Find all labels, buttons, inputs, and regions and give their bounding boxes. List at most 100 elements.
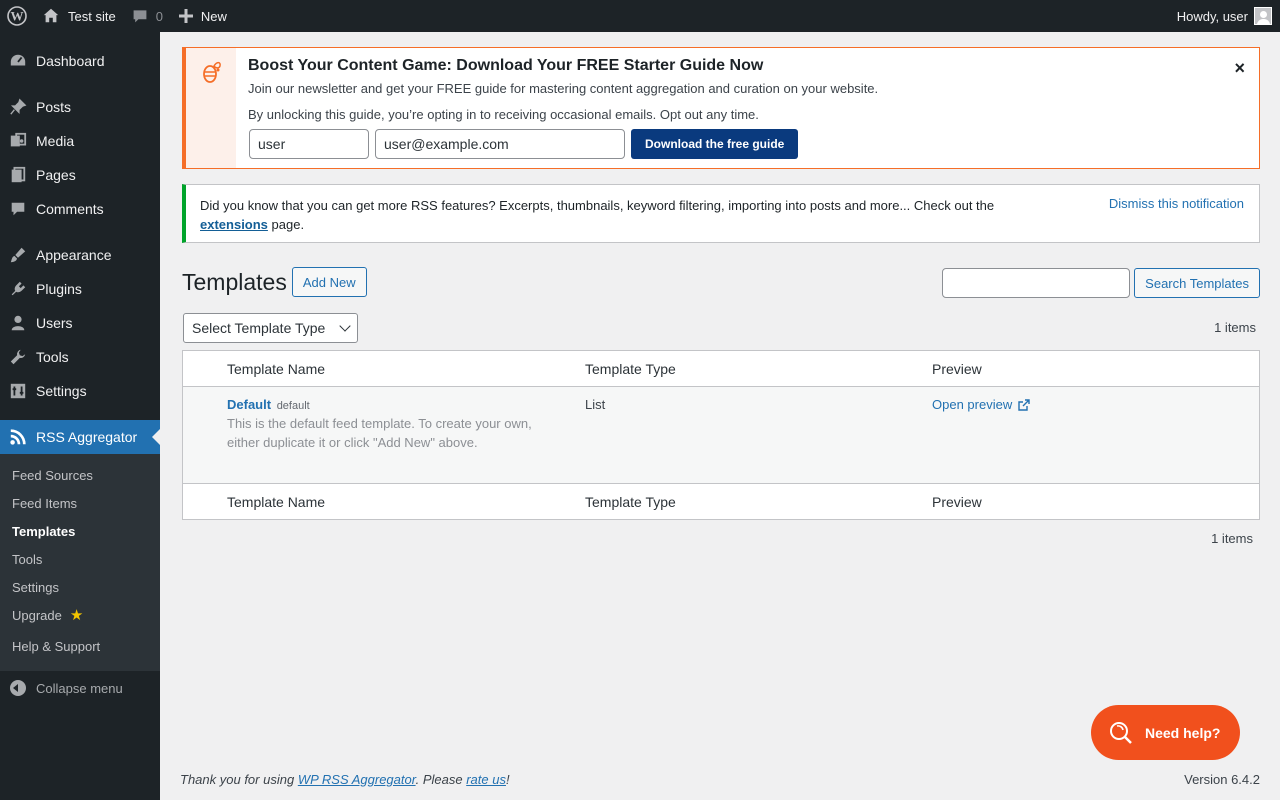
sidebar-item-label: Tools: [36, 349, 69, 365]
email-field[interactable]: [375, 129, 625, 159]
sidebar-item-media[interactable]: Media: [0, 124, 160, 158]
sidebar-item-label: RSS Aggregator: [36, 429, 138, 445]
submenu-item-feed-items[interactable]: Feed Items: [0, 489, 160, 517]
sidebar-item-users[interactable]: Users: [0, 306, 160, 340]
promo-form: Download the free guide: [248, 129, 1247, 159]
table-header: Template Name Template Type Preview: [183, 351, 1259, 387]
wrench-icon: [8, 347, 28, 367]
sidebar-item-label: Settings: [36, 383, 87, 399]
table-row: Default default This is the default feed…: [183, 387, 1259, 483]
main-content: Boost Your Content Game: Download Your F…: [160, 32, 1280, 800]
settings-icon: [8, 381, 28, 401]
open-preview-link[interactable]: Open preview: [932, 397, 1249, 412]
version-text: Version 6.4.2: [1184, 772, 1260, 787]
submenu-item-help-support[interactable]: Help & Support: [0, 629, 160, 663]
user-icon: [8, 313, 28, 333]
sidebar-item-settings[interactable]: Settings: [0, 374, 160, 408]
notice-text-after: page.: [271, 217, 305, 232]
comments-link[interactable]: 0: [124, 0, 171, 32]
sidebar-item-label: Appearance: [36, 247, 112, 263]
sidebar-item-tools[interactable]: Tools: [0, 340, 160, 374]
rate-us-link[interactable]: rate us: [466, 772, 506, 787]
collapse-menu-button[interactable]: Collapse menu: [0, 671, 160, 705]
search-help-icon: [1110, 721, 1132, 744]
footer-thanks-mid: . Please: [415, 772, 463, 787]
site-name-link[interactable]: Test site: [34, 0, 124, 32]
sidebar-item-label: Comments: [36, 201, 104, 217]
dismiss-notification-link[interactable]: Dismiss this notification: [1109, 196, 1244, 211]
footer-thanks-after: !: [505, 772, 510, 787]
sidebar-item-label: Plugins: [36, 281, 82, 297]
sidebar-item-dashboard[interactable]: Dashboard: [0, 44, 160, 78]
submenu-item-feed-sources[interactable]: Feed Sources: [0, 461, 160, 489]
sidebar-item-rss-aggregator[interactable]: RSS Aggregator: [0, 420, 160, 454]
add-new-button[interactable]: Add New: [291, 267, 367, 297]
sidebar-item-pages[interactable]: Pages: [0, 158, 160, 192]
pages-icon: [8, 165, 28, 185]
column-header-preview: Preview: [932, 360, 982, 377]
plugin-icon: [8, 279, 28, 299]
wordpress-logo-icon[interactable]: W: [0, 0, 34, 32]
rss-icon: [8, 427, 28, 447]
extensions-notice: Did you know that you can get more RSS f…: [182, 184, 1260, 243]
items-count-bottom: 1 items: [1211, 531, 1253, 546]
svg-text:W: W: [11, 9, 24, 24]
brush-icon: [8, 245, 28, 265]
howdy-text: Howdy, user: [1176, 8, 1248, 24]
sidebar-item-plugins[interactable]: Plugins: [0, 272, 160, 306]
promo-line-2: By unlocking this guide, you’re opting i…: [248, 107, 759, 122]
plus-icon: [178, 9, 193, 23]
collapse-label: Collapse menu: [36, 680, 123, 696]
dashboard-icon: [8, 51, 28, 71]
download-guide-button[interactable]: Download the free guide: [631, 129, 799, 159]
need-help-label: Need help?: [1145, 724, 1221, 741]
newsletter-promo: Boost Your Content Game: Download Your F…: [182, 47, 1260, 169]
chevron-down-icon: [339, 320, 351, 332]
search-input[interactable]: [942, 268, 1131, 298]
sidebar-item-posts[interactable]: Posts: [0, 90, 160, 124]
name-field[interactable]: [249, 129, 369, 159]
notice-text: Did you know that you can get more RSS f…: [200, 196, 1020, 234]
admin-sidebar: Dashboard Posts Media Pages Comments App…: [0, 32, 160, 800]
column-footer-template-name: Template Name: [227, 493, 326, 510]
template-type-select[interactable]: Select Template Type: [183, 313, 358, 343]
sidebar-item-label: Users: [36, 315, 73, 331]
new-label: New: [200, 8, 227, 24]
table-footer: Template Name Template Type Preview: [183, 483, 1259, 519]
plugin-link[interactable]: WP RSS Aggregator: [298, 772, 416, 787]
column-header-template-name: Template Name: [227, 360, 326, 377]
search-box: Search Templates: [942, 268, 1260, 298]
promo-side: [186, 48, 236, 168]
search-templates-button[interactable]: Search Templates: [1134, 268, 1260, 298]
template-type-cell: List: [585, 397, 606, 412]
submenu-item-templates[interactable]: Templates: [0, 517, 160, 545]
footer-thanks-before: Thank you for using: [180, 772, 295, 787]
sidebar-item-label: Posts: [36, 99, 72, 115]
need-help-button[interactable]: Need help?: [1091, 705, 1240, 760]
new-content-link[interactable]: New: [171, 0, 235, 32]
template-name-cell: Default default This is the default feed…: [183, 397, 575, 483]
account-menu[interactable]: Howdy, user: [1169, 0, 1280, 32]
template-name-link[interactable]: Default: [227, 397, 271, 412]
extensions-link[interactable]: extensions: [200, 217, 268, 232]
close-icon[interactable]: ×: [1234, 58, 1245, 79]
column-footer-preview: Preview: [932, 493, 982, 510]
preview-cell: Open preview: [922, 397, 1259, 483]
column-header-template-type: Template Type: [585, 360, 676, 377]
sidebar-item-appearance[interactable]: Appearance: [0, 238, 160, 272]
external-link-icon: [1018, 398, 1030, 411]
star-icon: ★: [69, 607, 84, 624]
template-slug: default: [276, 400, 310, 412]
collapse-arrow-icon: [10, 680, 26, 696]
admin-bar: W Test site 0 New Howdy, user: [0, 0, 1280, 32]
submenu-item-settings[interactable]: Settings: [0, 573, 160, 601]
comments-count: 0: [155, 8, 163, 24]
promo-title: Boost Your Content Game: Download Your F…: [248, 57, 764, 74]
notice-text-before: Did you know that you can get more RSS f…: [200, 198, 995, 213]
avatar: [1254, 7, 1272, 25]
site-name: Test site: [68, 8, 116, 24]
submenu-item-tools[interactable]: Tools: [0, 545, 160, 573]
sidebar-item-comments[interactable]: Comments: [0, 192, 160, 226]
submenu-item-upgrade[interactable]: Upgrade ★: [0, 601, 160, 629]
media-icon: [8, 131, 28, 151]
